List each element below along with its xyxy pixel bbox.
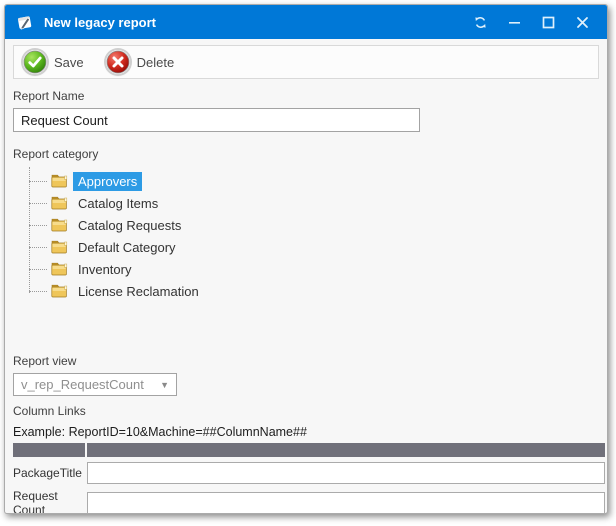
folder-icon — [51, 284, 68, 298]
window-controls — [467, 10, 595, 34]
column-link-input[interactable] — [87, 462, 605, 484]
delete-button[interactable]: Delete — [106, 50, 175, 74]
report-view-dropdown[interactable]: v_rep_RequestCount ▼ — [13, 373, 177, 396]
form-area: Report Name Report category Approvers Ca… — [5, 79, 607, 514]
column-links-label: Column Links — [13, 404, 599, 418]
column-link-label: PackageTitle — [13, 466, 87, 480]
toolbar: Save Delete — [13, 45, 599, 79]
maximize-button[interactable] — [535, 10, 561, 34]
tree-item[interactable]: Inventory — [29, 258, 599, 280]
tree-item-label: Inventory — [73, 260, 136, 279]
folder-icon — [51, 174, 68, 188]
tree-item[interactable]: Catalog Requests — [29, 214, 599, 236]
tree-item-label: Catalog Items — [73, 194, 163, 213]
save-button-label: Save — [54, 55, 84, 70]
category-tree: Approvers Catalog Items Catalog Requests — [29, 170, 599, 304]
column-link-row: Request Count — [13, 489, 605, 514]
refresh-button[interactable] — [467, 10, 493, 34]
report-view-value: v_rep_RequestCount — [21, 377, 160, 392]
grid-header-cell — [87, 443, 605, 457]
column-link-label: Request Count — [13, 489, 87, 514]
tree-item-label: Catalog Requests — [73, 216, 186, 235]
tree-item[interactable]: License Reclamation — [29, 280, 599, 302]
column-links-example: Example: ReportID=10&Machine=##ColumnNam… — [13, 425, 599, 439]
report-name-input[interactable] — [13, 108, 420, 132]
new-report-icon — [15, 12, 35, 32]
tree-item[interactable]: Catalog Items — [29, 192, 599, 214]
tree-item[interactable]: Default Category — [29, 236, 599, 258]
folder-icon — [51, 218, 68, 232]
folder-icon — [51, 196, 68, 210]
close-button[interactable] — [569, 10, 595, 34]
grid-header-cell — [13, 443, 85, 457]
chevron-down-icon: ▼ — [160, 380, 169, 390]
save-button[interactable]: Save — [23, 50, 84, 74]
folder-icon — [51, 240, 68, 254]
column-link-input[interactable] — [87, 492, 605, 514]
column-link-row: PackageTitle — [13, 462, 605, 484]
report-view-label: Report view — [13, 354, 599, 368]
delete-button-label: Delete — [137, 55, 175, 70]
tree-item-label: License Reclamation — [73, 282, 204, 301]
tree-item-label: Default Category — [73, 238, 181, 257]
title-bar: New legacy report — [5, 5, 607, 39]
delete-x-icon — [106, 50, 130, 74]
tree-item-label: Approvers — [73, 172, 142, 191]
column-links-grid-header — [13, 443, 605, 457]
column-links-grid: PackageTitle Request Count — [13, 462, 599, 514]
report-category-label: Report category — [13, 147, 599, 161]
report-name-label: Report Name — [13, 89, 599, 103]
window-title: New legacy report — [44, 15, 156, 30]
folder-icon — [51, 262, 68, 276]
save-check-icon — [23, 50, 47, 74]
minimize-button[interactable] — [501, 10, 527, 34]
tree-item[interactable]: Approvers — [29, 170, 599, 192]
dialog-window: New legacy report — [4, 4, 608, 514]
